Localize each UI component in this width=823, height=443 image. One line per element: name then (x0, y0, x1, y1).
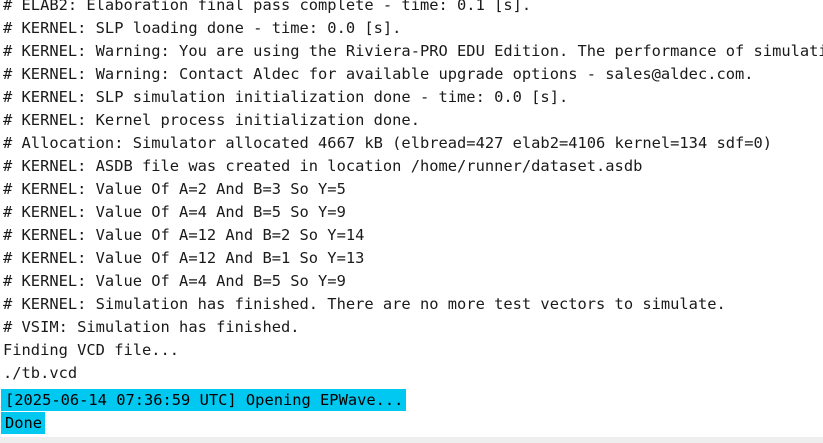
console-line: # KERNEL: Simulation has finished. There… (3, 295, 726, 313)
done-status-line: Done (1, 412, 46, 434)
console-line: # KERNEL: Value Of A=12 And B=2 So Y=14 (3, 226, 365, 244)
console-line: # KERNEL: Warning: Contact Aldec for ava… (3, 65, 754, 83)
epwave-status-line: [2025-06-14 07:36:59 UTC] Opening EPWave… (1, 389, 407, 411)
console-bottom-edge (0, 437, 823, 443)
console-line: # KERNEL: Value Of A=4 And B=5 So Y=9 (3, 203, 346, 221)
console-line: # KERNEL: ASDB file was created in locat… (3, 157, 643, 175)
console-line: # ELAB2: Elaboration final pass complete… (3, 0, 532, 14)
console-output: # ELAB2: Elaboration final pass complete… (0, 0, 823, 443)
console-line: # KERNEL: Warning: You are using the Riv… (3, 42, 823, 60)
console-line: Finding VCD file... (3, 341, 180, 359)
console-line: # VSIM: Simulation has finished. (3, 318, 300, 336)
console-line: # KERNEL: SLP loading done - time: 0.0 [… (3, 19, 402, 37)
console-line: # KERNEL: Value Of A=12 And B=1 So Y=13 (3, 249, 365, 267)
console-line: # KERNEL: Value Of A=2 And B=3 So Y=5 (3, 180, 346, 198)
console-line: # KERNEL: Value Of A=4 And B=5 So Y=9 (3, 272, 346, 290)
console-line: # KERNEL: Kernel process initialization … (3, 111, 420, 129)
console-line: ./tb.vcd (3, 364, 78, 382)
console-line: # KERNEL: SLP simulation initialization … (3, 88, 569, 106)
console-line: # Allocation: Simulator allocated 4667 k… (3, 134, 773, 152)
